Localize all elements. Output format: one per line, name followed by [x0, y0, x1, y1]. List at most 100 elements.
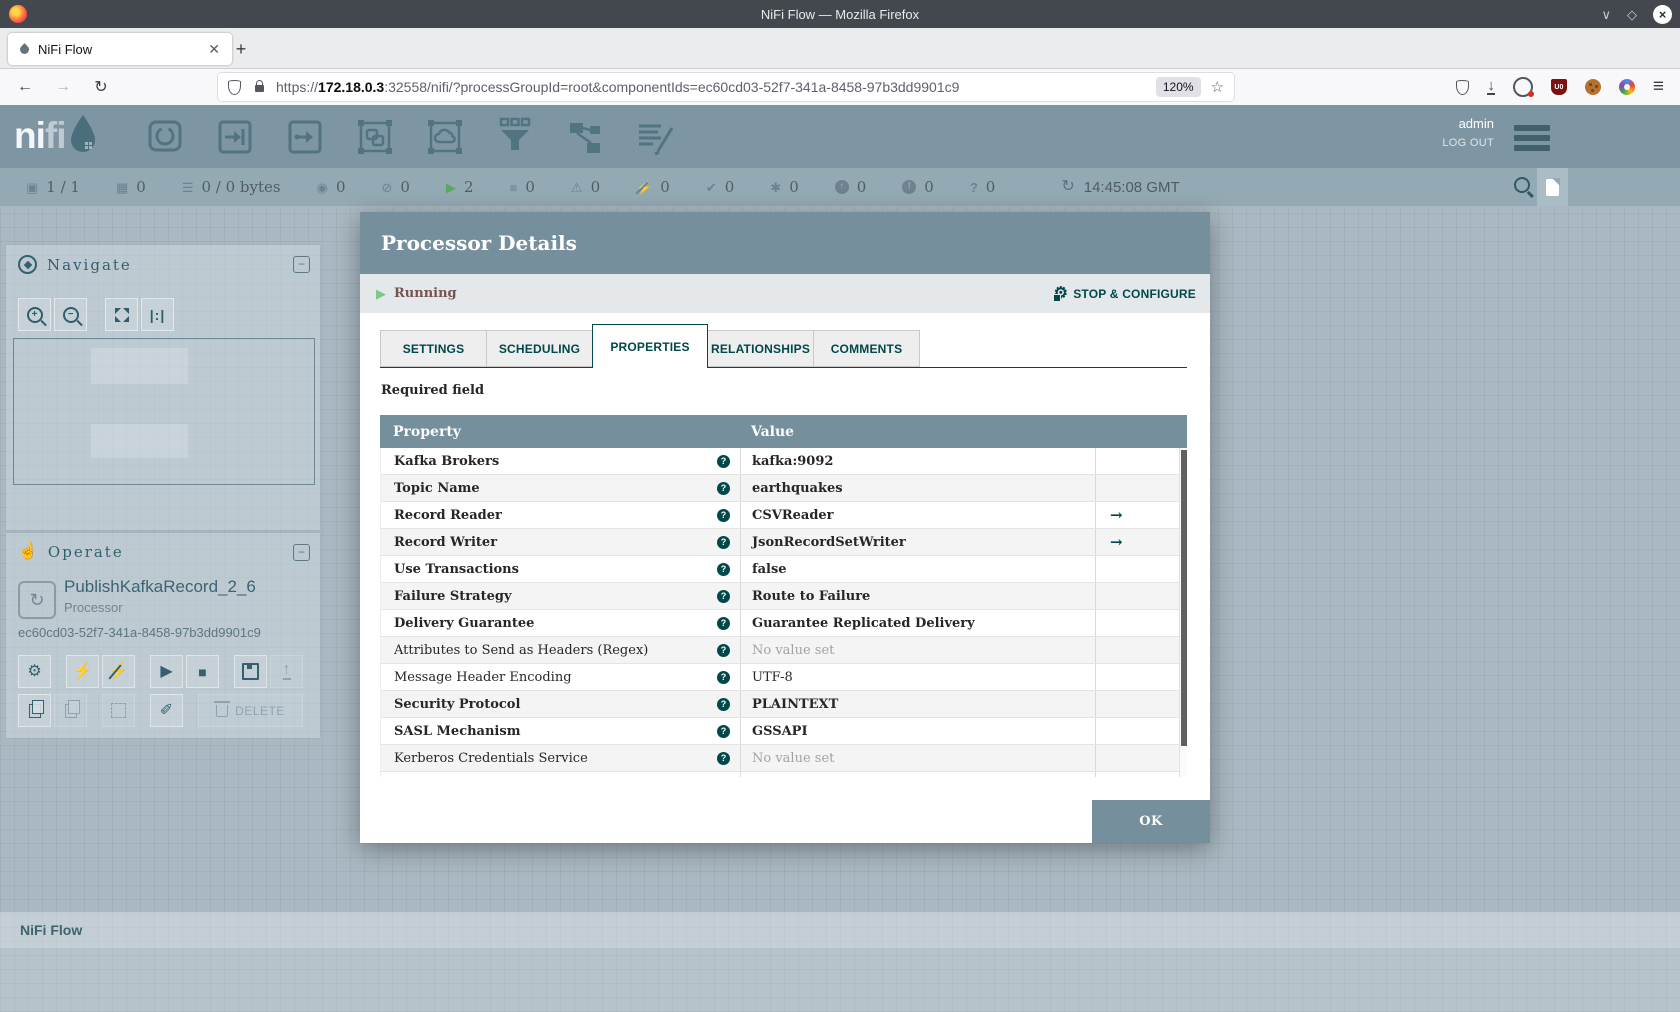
- configure-button[interactable]: ⚙: [18, 655, 51, 688]
- breadcrumb-root[interactable]: NiFi Flow: [20, 922, 82, 938]
- start-button[interactable]: ▶: [150, 655, 183, 688]
- ok-button[interactable]: OK: [1092, 800, 1210, 843]
- property-value: PLAINTEXT: [752, 696, 839, 712]
- pocket-shield-icon[interactable]: [1456, 79, 1470, 95]
- zoom-fit-button[interactable]: [105, 298, 138, 331]
- enable-button[interactable]: ⚡: [66, 655, 99, 688]
- reload-button[interactable]: ↻: [88, 74, 114, 100]
- goto-controller-service-icon[interactable]: →: [1110, 506, 1123, 524]
- help-icon[interactable]: ?: [717, 562, 730, 576]
- cookie-extension-icon[interactable]: [1584, 79, 1601, 95]
- operate-title: Operate: [47, 543, 124, 561]
- property-row-sasl-mechanism[interactable]: SASL Mechanism? GSSAPI: [381, 718, 1179, 745]
- help-icon[interactable]: ?: [717, 589, 730, 603]
- property-row-delivery-guarantee[interactable]: Delivery Guarantee? Guarantee Replicated …: [381, 610, 1179, 637]
- extension-privacy-icon[interactable]: [1512, 77, 1534, 97]
- property-name: Kerberos Credentials Service: [394, 750, 588, 766]
- refresh-status[interactable]: ↻ 14:45:08 GMT: [1061, 179, 1179, 196]
- scrollbar-thumb[interactable]: [1181, 450, 1187, 746]
- arrow-up-circle-icon: ↑: [834, 180, 849, 194]
- property-row-kerberos-credentials-service[interactable]: Kerberos Credentials Service? No value se…: [381, 745, 1179, 772]
- operate-panel: ☝ Operate − ↻ PublishKafkaRecord_2_6 Pro…: [6, 533, 320, 738]
- logout-link[interactable]: LOG OUT: [1442, 137, 1494, 149]
- forward-button[interactable]: →: [50, 74, 76, 100]
- birdseye-minimap[interactable]: [13, 338, 315, 485]
- help-icon[interactable]: ?: [717, 724, 730, 738]
- tab-relationships[interactable]: RELATIONSHIPS: [707, 330, 814, 367]
- property-row-attributes-to-send-as-headers-regex[interactable]: Attributes to Send as Headers (Regex)? No…: [381, 637, 1179, 664]
- disable-button[interactable]: ⚡: [102, 655, 135, 688]
- zoom-in-button[interactable]: +: [18, 298, 51, 331]
- pinwheel-extension-icon[interactable]: [1618, 79, 1635, 95]
- property-row-message-header-encoding[interactable]: Message Header Encoding? UTF-8: [381, 664, 1179, 691]
- output-port-tool-icon[interactable]: [282, 114, 328, 160]
- property-row-use-transactions[interactable]: Use Transactions? false: [381, 556, 1179, 583]
- create-template-button[interactable]: [234, 655, 267, 688]
- table-scrollbar[interactable]: [1179, 448, 1187, 777]
- property-row-record-writer[interactable]: Record Writer? JsonRecordSetWriter →: [381, 529, 1179, 556]
- remote-process-group-tool-icon[interactable]: [422, 114, 468, 160]
- property-row-kafka-brokers[interactable]: Kafka Brokers? kafka:9092: [381, 448, 1179, 475]
- browser-menu-icon[interactable]: ≡: [1653, 76, 1664, 98]
- birdseye-toggle-button[interactable]: [1537, 168, 1568, 206]
- property-name: Record Writer: [394, 534, 498, 550]
- process-group-tool-icon[interactable]: [352, 114, 398, 160]
- operate-collapse-button[interactable]: −: [293, 543, 310, 561]
- help-icon[interactable]: ?: [717, 697, 730, 711]
- tab-comments[interactable]: COMMENTS: [813, 330, 920, 367]
- help-icon[interactable]: ?: [717, 535, 730, 549]
- search-button[interactable]: [1514, 177, 1534, 197]
- tab-properties[interactable]: PROPERTIES: [592, 324, 708, 368]
- goto-controller-service-icon[interactable]: →: [1110, 533, 1123, 551]
- tab-settings[interactable]: SETTINGS: [380, 330, 487, 367]
- ublock-extension-icon[interactable]: U0: [1550, 79, 1567, 95]
- navigate-collapse-button[interactable]: −: [293, 256, 310, 273]
- window-maximize-icon[interactable]: ◇: [1627, 8, 1637, 21]
- lock-icon[interactable]: [255, 79, 264, 92]
- nifi-header: ni fi admin LOG OUT: [0, 105, 1680, 169]
- downloads-icon[interactable]: ↓: [1487, 78, 1495, 95]
- property-row-failure-strategy[interactable]: Failure Strategy? Route to Failure: [381, 583, 1179, 610]
- stop-icon: ■: [198, 663, 207, 680]
- zoom-out-button[interactable]: −: [54, 298, 87, 331]
- funnel-tool-icon[interactable]: [492, 114, 538, 160]
- bolt-icon: ⚡: [72, 662, 93, 680]
- page-zoom-badge[interactable]: 120%: [1155, 77, 1201, 97]
- property-row-security-protocol[interactable]: Security Protocol? PLAINTEXT: [381, 691, 1179, 718]
- copy-button[interactable]: [18, 694, 51, 727]
- fill-color-button[interactable]: ✐: [150, 694, 183, 727]
- property-row-record-reader[interactable]: Record Reader? CSVReader →: [381, 502, 1179, 529]
- paste-button: [54, 694, 87, 727]
- bookmark-star-icon[interactable]: ☆: [1211, 78, 1224, 96]
- help-icon[interactable]: ?: [717, 454, 730, 468]
- window-titlebar: NiFi Flow — Mozilla Firefox ∨ ◇ ×: [0, 0, 1680, 28]
- back-button[interactable]: ←: [12, 74, 38, 100]
- browser-tab-nifi-flow[interactable]: NiFi Flow ✕: [8, 33, 232, 65]
- processor-tool-icon[interactable]: [142, 114, 188, 160]
- property-row-clipped[interactable]: ?No value set: [381, 772, 1179, 777]
- property-row-topic-name[interactable]: Topic Name? earthquakes: [381, 475, 1179, 502]
- input-port-tool-icon[interactable]: [212, 114, 258, 160]
- help-icon[interactable]: ?: [717, 643, 730, 657]
- zoom-actual-button[interactable]: |:|: [141, 298, 174, 331]
- new-tab-button[interactable]: +: [228, 36, 254, 62]
- global-menu-icon[interactable]: [1514, 125, 1550, 151]
- help-icon[interactable]: ?: [717, 616, 730, 630]
- help-icon[interactable]: ?: [717, 508, 730, 522]
- status-cluster-nodes-count: 1 / 1: [46, 178, 80, 196]
- help-icon[interactable]: ?: [717, 481, 730, 495]
- url-bar[interactable]: https://172.18.0.3:32558/nifi/?processGr…: [218, 73, 1234, 101]
- tab-close-icon[interactable]: ✕: [204, 41, 224, 58]
- stop-and-configure-button[interactable]: ⚙ STOP & CONFIGURE: [1052, 285, 1196, 302]
- window-close-icon[interactable]: ×: [1653, 4, 1672, 24]
- help-icon[interactable]: ?: [717, 751, 730, 765]
- tracking-shield-icon[interactable]: [228, 79, 241, 95]
- template-tool-icon[interactable]: [562, 114, 608, 160]
- help-icon[interactable]: ?: [717, 670, 730, 684]
- stop-button[interactable]: ■: [186, 655, 219, 688]
- tab-scheduling[interactable]: SCHEDULING: [486, 330, 593, 367]
- label-tool-icon[interactable]: [632, 114, 678, 160]
- dialog-status-bar: ▶ Running ⚙ STOP & CONFIGURE: [360, 274, 1210, 313]
- refresh-icon[interactable]: ↻: [1061, 179, 1074, 195]
- window-shade-icon[interactable]: ∨: [1601, 8, 1611, 21]
